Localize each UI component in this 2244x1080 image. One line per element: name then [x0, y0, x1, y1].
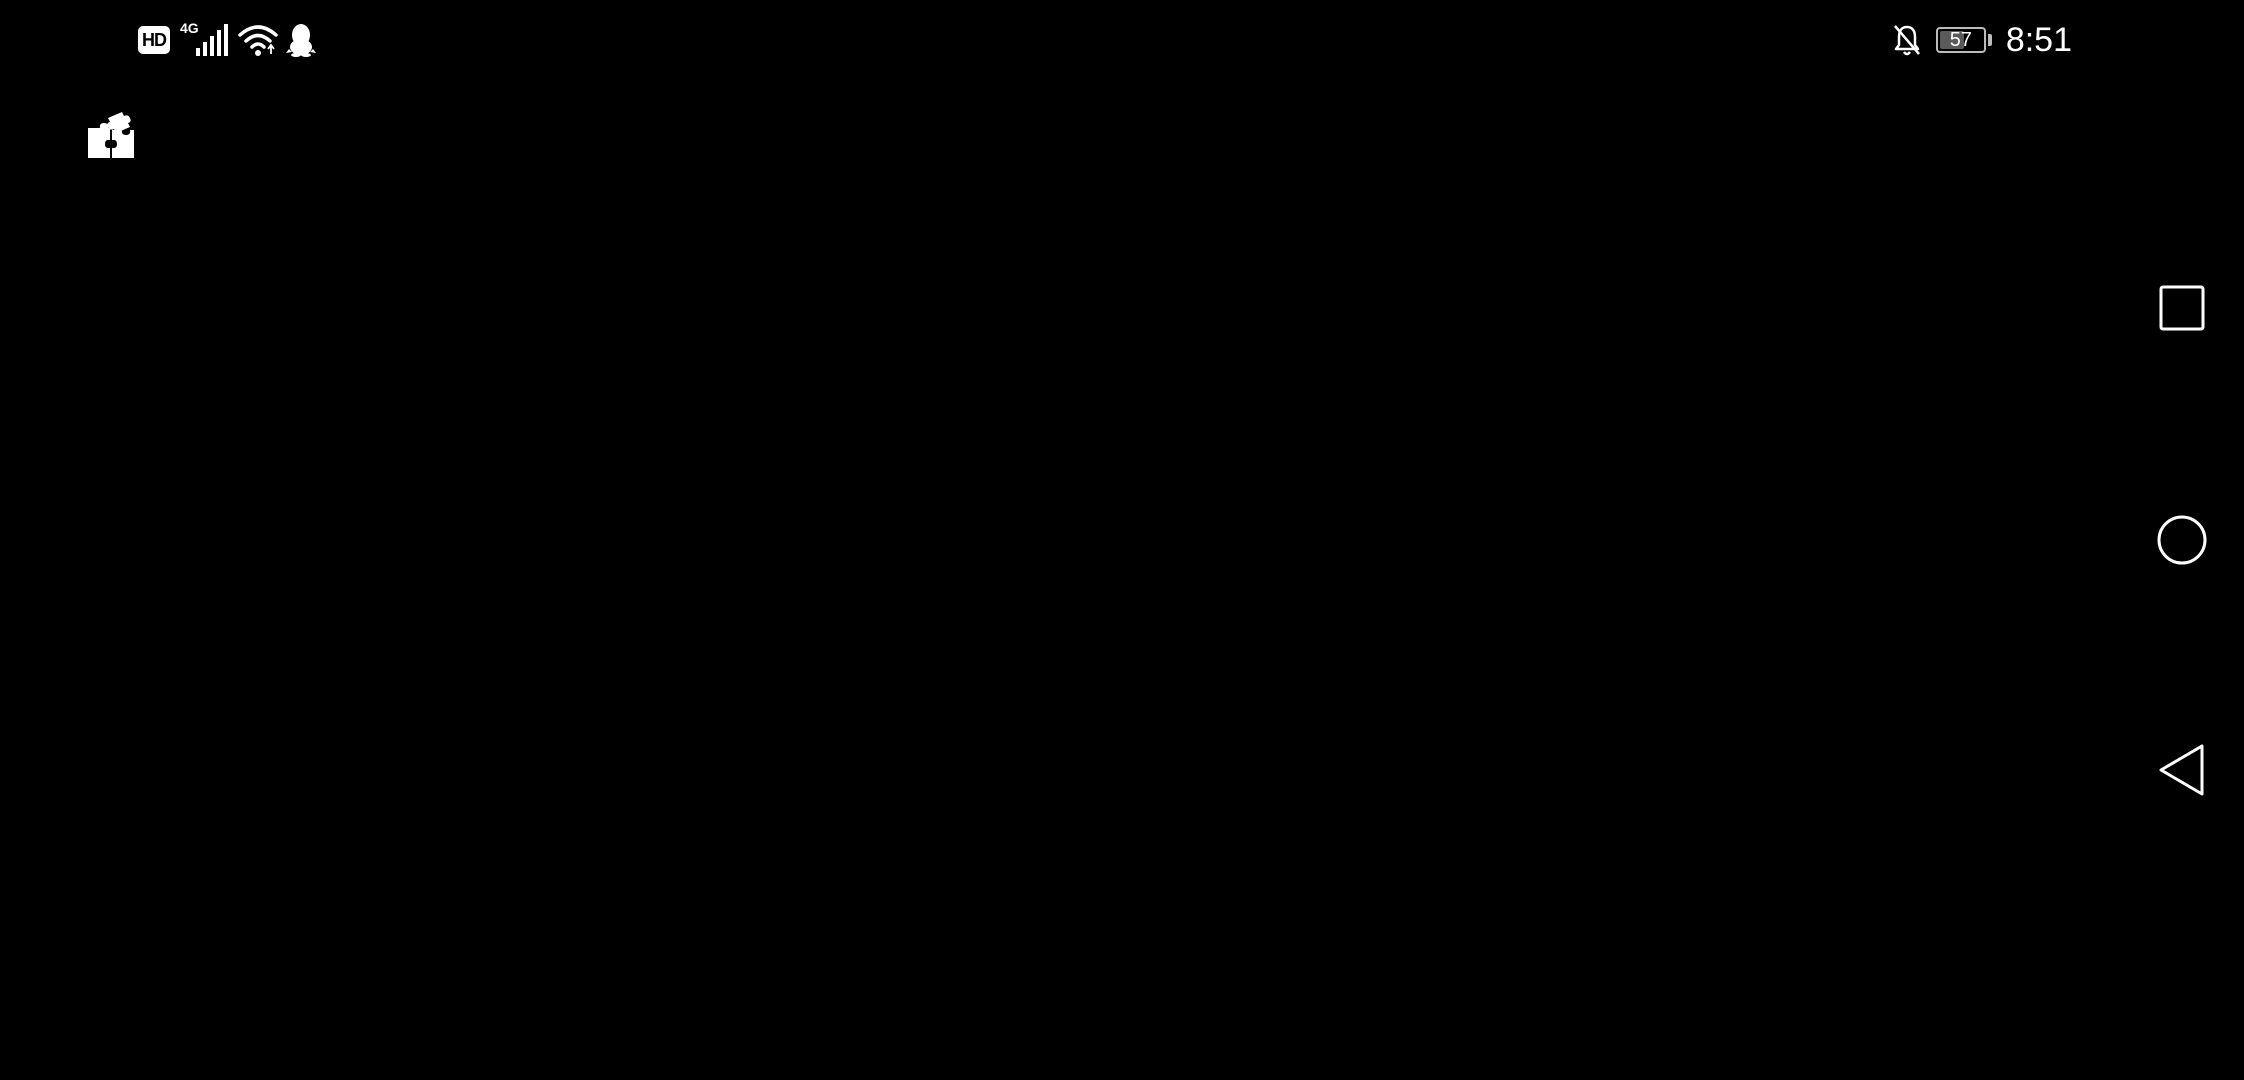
- circle-icon: [2157, 515, 2207, 565]
- home-button[interactable]: [2152, 510, 2212, 570]
- signal-icon: [196, 24, 228, 56]
- signal-indicator: 4G: [178, 20, 230, 58]
- wifi-icon: [238, 25, 278, 56]
- status-clock: 8:51: [2005, 21, 2072, 59]
- bell-off-icon: [1893, 25, 1920, 56]
- back-button[interactable]: [2152, 740, 2212, 800]
- recents-button[interactable]: [2152, 278, 2212, 338]
- status-bar-left: HD 4G: [138, 20, 316, 60]
- back-triangle-icon: [2159, 744, 2204, 796]
- puzzle-icon[interactable]: [86, 110, 136, 160]
- square-icon: [2159, 285, 2205, 331]
- navigation-bar: [2120, 0, 2244, 1080]
- hd-badge: HD: [138, 26, 170, 54]
- qq-penguin-icon: [286, 24, 316, 57]
- battery-level-text: 57: [1949, 29, 1972, 51]
- status-bar-right: 57 8:51: [1892, 20, 2072, 60]
- puzzle-icon-glyph: [88, 112, 134, 158]
- battery-icon: 57: [1935, 27, 1986, 53]
- battery-terminal: [1987, 34, 1992, 46]
